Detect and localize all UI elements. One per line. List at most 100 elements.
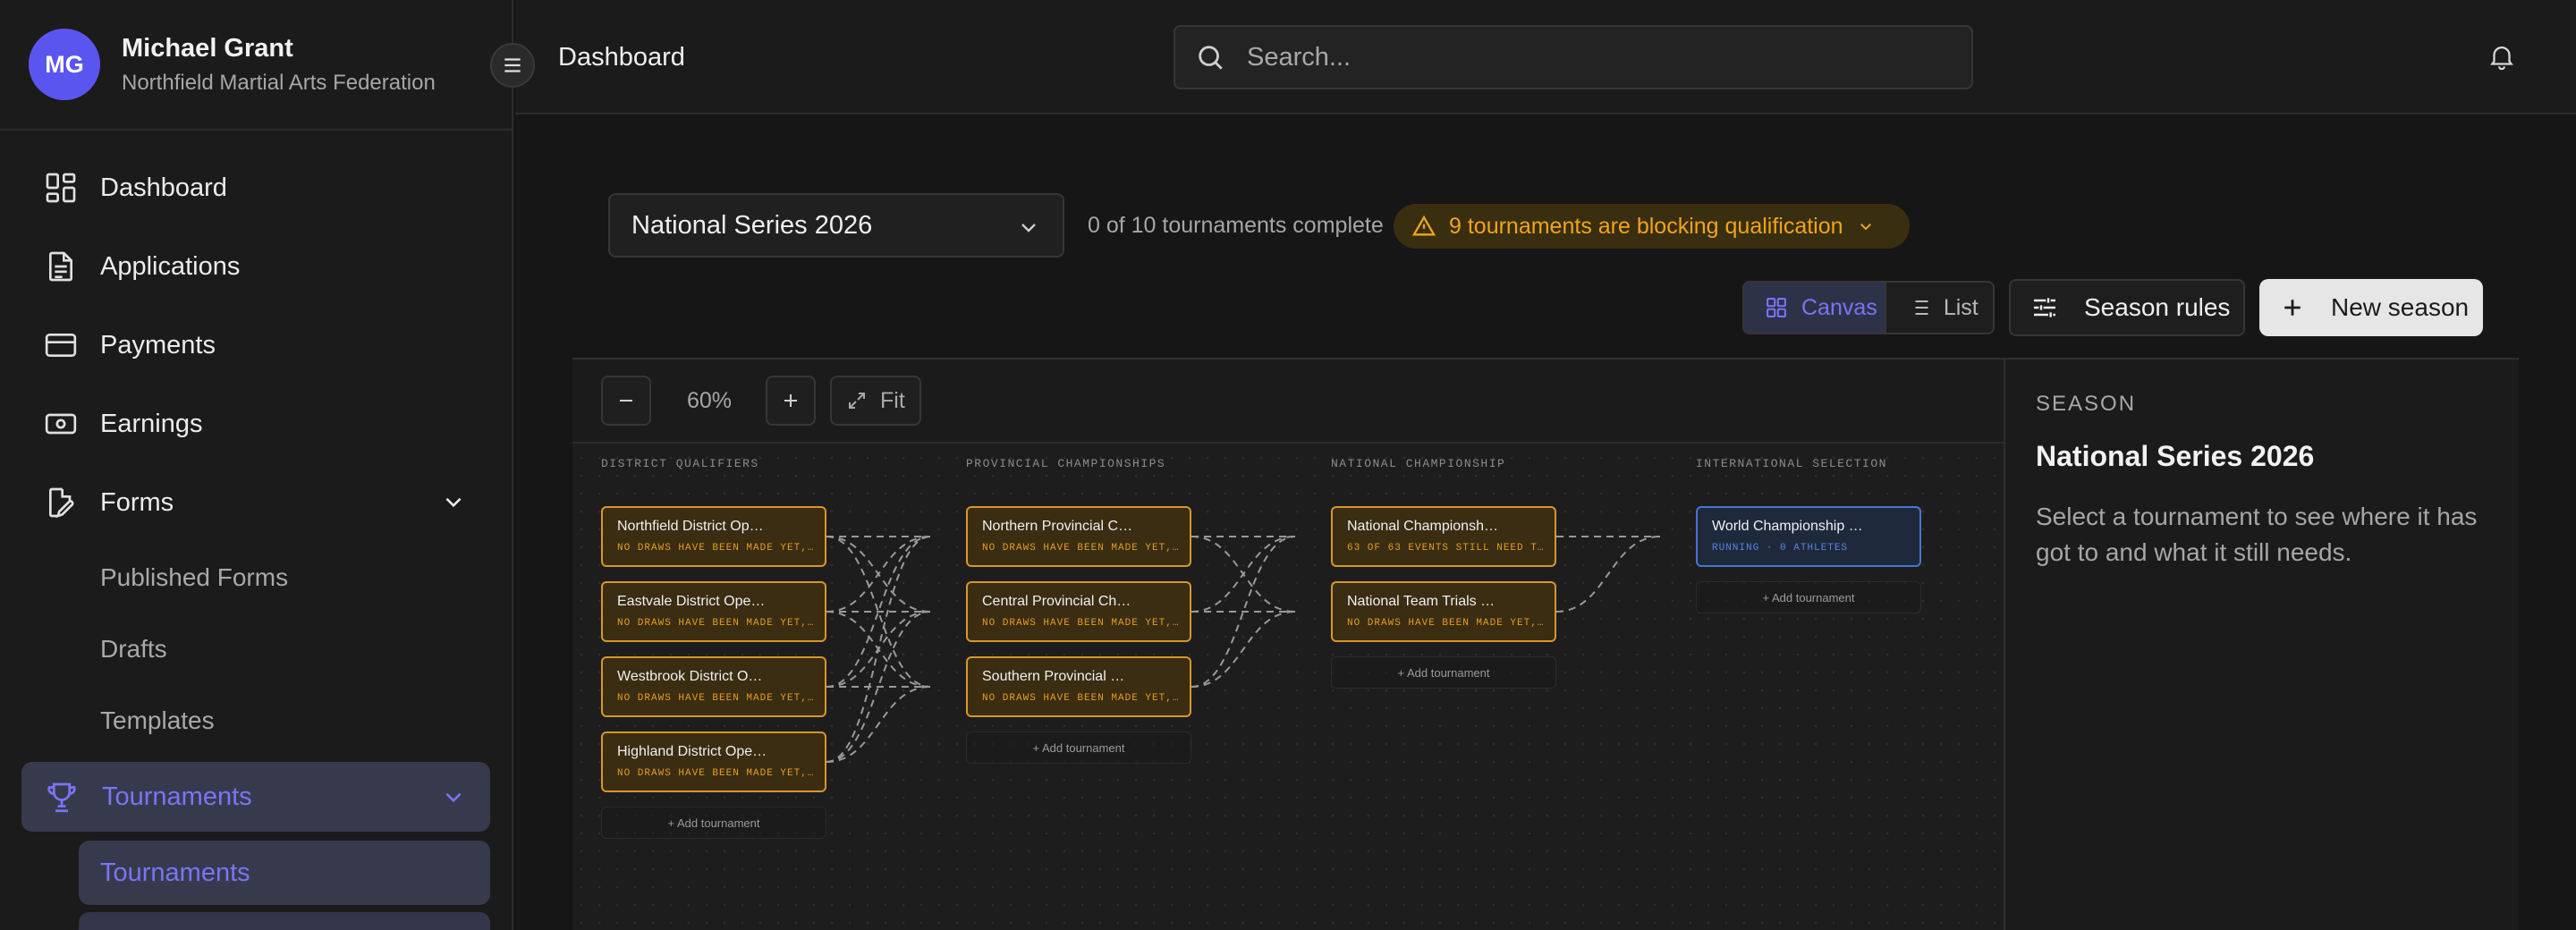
sidebar-item-payments[interactable]: Payments <box>0 306 512 385</box>
list-view-button[interactable]: List <box>1886 283 1993 333</box>
sidebar-item-earnings[interactable]: Earnings <box>0 385 512 463</box>
season-select-value: National Series 2026 <box>631 210 873 240</box>
tournament-card[interactable]: Westbrook District Open 2026 NO DRAWS HA… <box>601 656 826 717</box>
zoom-out-button[interactable] <box>601 376 651 426</box>
expand-icon <box>849 393 865 409</box>
tournament-status: 63 OF 63 EVENTS STILL NEED THEIR DRAWS <box>1347 543 1546 554</box>
chevron-down-icon <box>445 792 462 803</box>
sidebar: MG Michael Grant Northfield Martial Arts… <box>0 0 513 930</box>
tournament-name: World Championship Selection <box>1712 519 1864 534</box>
season-select[interactable]: National Series 2026 <box>608 193 1064 258</box>
tournament-status: NO DRAWS HAVE BEEN MADE YET, 0 OF 24 EVE… <box>617 693 816 704</box>
avatar[interactable]: MG <box>29 29 100 100</box>
tournament-status: NO DRAWS HAVE BEEN MADE YET, 0 OF 32 EVE… <box>982 543 1181 554</box>
search-box[interactable] <box>1174 25 1973 89</box>
tournament-name: Central Provincial Championship <box>982 594 1134 609</box>
panel-kicker: SEASON <box>2036 392 2137 416</box>
sliders-icon <box>2034 298 2055 317</box>
tournament-card[interactable]: Southern Provincial Championship NO DRAW… <box>966 656 1191 717</box>
form-edit-icon <box>49 487 74 519</box>
sidebar-item-label: Dashboard <box>100 173 227 202</box>
connection-lines <box>826 536 1661 763</box>
new-season-button[interactable]: New season <box>2259 279 2483 336</box>
zoom-in-button[interactable] <box>766 376 816 426</box>
banknote-icon <box>45 413 77 435</box>
tournament-card[interactable]: Northern Provincial Championship NO DRAW… <box>966 506 1191 567</box>
fit-to-screen-button[interactable]: Fit <box>830 376 921 426</box>
plus-icon <box>2284 300 2301 316</box>
tournament-card[interactable]: National Team Trials 2026 NO DRAWS HAVE … <box>1331 581 1556 642</box>
sidebar-item-label: Earnings <box>100 409 203 438</box>
tournament-status: NO DRAWS HAVE BEEN MADE YET, 0 OF 24 EVE… <box>617 543 816 554</box>
sidebar-subitem-drafts[interactable]: Drafts <box>0 613 512 685</box>
canvas-view-label: Canvas <box>1801 294 1877 320</box>
tournament-name: Highland District Open 2026 <box>617 744 769 759</box>
add-tournament-button[interactable]: + Add tournament <box>1331 656 1556 689</box>
blocking-qualification-badge[interactable]: 9 tournaments are blocking qualification <box>1394 204 1910 249</box>
column-label-international: INTERNATIONAL SELECTION <box>1696 457 1887 470</box>
sidebar-toggle-button[interactable] <box>490 43 535 88</box>
canvas-view-button[interactable]: Canvas <box>1744 283 1886 333</box>
tournament-card-running[interactable]: World Championship Selection RUNNING · 0… <box>1696 506 1921 567</box>
tournament-card[interactable]: Eastvale District Open 2026 NO DRAWS HAV… <box>601 581 826 642</box>
tournament-name: National Championship 2026 <box>1347 519 1499 534</box>
tournament-name: Westbrook District Open 2026 <box>617 669 769 684</box>
canvas-toolbar: 60% Fit <box>572 359 2004 444</box>
tournament-name: Northern Provincial Championship <box>982 519 1134 534</box>
tournament-status: NO DRAWS HAVE BEEN MADE YET, 0 OF 32 EVE… <box>982 618 1181 629</box>
add-tournament-button[interactable]: + Add tournament <box>966 731 1191 764</box>
zoom-level: 60% <box>687 388 733 413</box>
add-tournament-button[interactable]: + Add tournament <box>1696 581 1921 613</box>
plus-icon <box>784 394 797 407</box>
sidebar-subitem-templates[interactable]: Templates <box>0 685 512 757</box>
season-rules-label: Season rules <box>2084 293 2231 321</box>
column-label-district: DISTRICT QUALIFIERS <box>601 457 759 470</box>
tournament-status: NO DRAWS HAVE BEEN MADE YET, 0 OF 24 EVE… <box>617 768 816 779</box>
fit-label: Fit <box>880 387 905 413</box>
chevron-down-icon <box>1860 224 1871 231</box>
grid-icon <box>1767 298 1786 317</box>
tournament-name: Southern Provincial Championship <box>982 669 1134 684</box>
trophy-icon <box>47 782 76 813</box>
tournament-name: National Team Trials 2026 <box>1347 594 1499 609</box>
panel-description: Select a tournament to see where it has … <box>2036 503 2478 566</box>
user-profile[interactable]: MG Michael Grant Northfield Martial Arts… <box>0 0 512 131</box>
add-tournament-button[interactable]: + Add tournament <box>601 807 826 839</box>
tournament-card[interactable]: Northfield District Open 2026 NO DRAWS H… <box>601 506 826 567</box>
list-view-label: List <box>1943 294 1979 320</box>
tournament-card[interactable]: National Championship 2026 63 OF 63 EVEN… <box>1331 506 1556 567</box>
tournament-card[interactable]: Highland District Open 2026 NO DRAWS HAV… <box>601 731 826 792</box>
season-details-panel: SEASON National Series 2026 Select a tou… <box>2004 358 2519 930</box>
sidebar-subitem-tournaments[interactable]: Tournaments <box>79 841 490 905</box>
search-icon <box>1199 46 1223 70</box>
notifications-bell-icon[interactable] <box>2487 41 2517 72</box>
season-rules-button[interactable]: Season rules <box>2009 279 2245 336</box>
tournament-status: NO DRAWS HAVE BEEN MADE YET, 0 OF 32 EVE… <box>982 693 1181 704</box>
tournament-name: Eastvale District Open 2026 <box>617 594 769 609</box>
user-name: Michael Grant <box>122 33 293 63</box>
list-icon <box>1910 300 1928 316</box>
search-input[interactable] <box>1247 42 1945 72</box>
tournament-name: Northfield District Open 2026 <box>617 519 769 534</box>
bracket-canvas[interactable]: 60% Fit DISTRICT QUALIFIERS PROVINCIAL C… <box>572 358 2004 930</box>
chevron-down-icon <box>445 497 462 508</box>
column-label-national: NATIONAL CHAMPIONSHIP <box>1331 457 1506 470</box>
dashboard-icon <box>46 173 76 203</box>
sidebar-subitem-published-forms[interactable]: Published Forms <box>0 542 512 613</box>
sidebar-item-tournaments[interactable]: Tournaments <box>21 762 490 832</box>
document-icon <box>49 251 72 282</box>
minus-icon <box>620 400 632 402</box>
tournament-status: NO DRAWS HAVE BEEN MADE YET, 0 OF 12 EVE… <box>1347 618 1546 629</box>
blocking-badge-label: 9 tournaments are blocking qualification <box>1449 213 1843 239</box>
sidebar-subitem-partial[interactable] <box>79 912 490 930</box>
view-toggle: Canvas List <box>1742 281 1995 334</box>
sidebar-item-dashboard[interactable]: Dashboard <box>0 148 512 227</box>
tournament-status: NO DRAWS HAVE BEEN MADE YET, 0 OF 24 EVE… <box>617 618 816 629</box>
sidebar-item-label: Payments <box>100 330 216 359</box>
tournament-card[interactable]: Central Provincial Championship NO DRAWS… <box>966 581 1191 642</box>
top-bar: Dashboard <box>515 0 2576 114</box>
sidebar-item-applications[interactable]: Applications <box>0 227 512 306</box>
sidebar-nav: Dashboard Applications Payments Earnings… <box>0 131 512 930</box>
credit-card-icon <box>45 334 77 357</box>
sidebar-item-forms[interactable]: Forms <box>0 463 512 542</box>
